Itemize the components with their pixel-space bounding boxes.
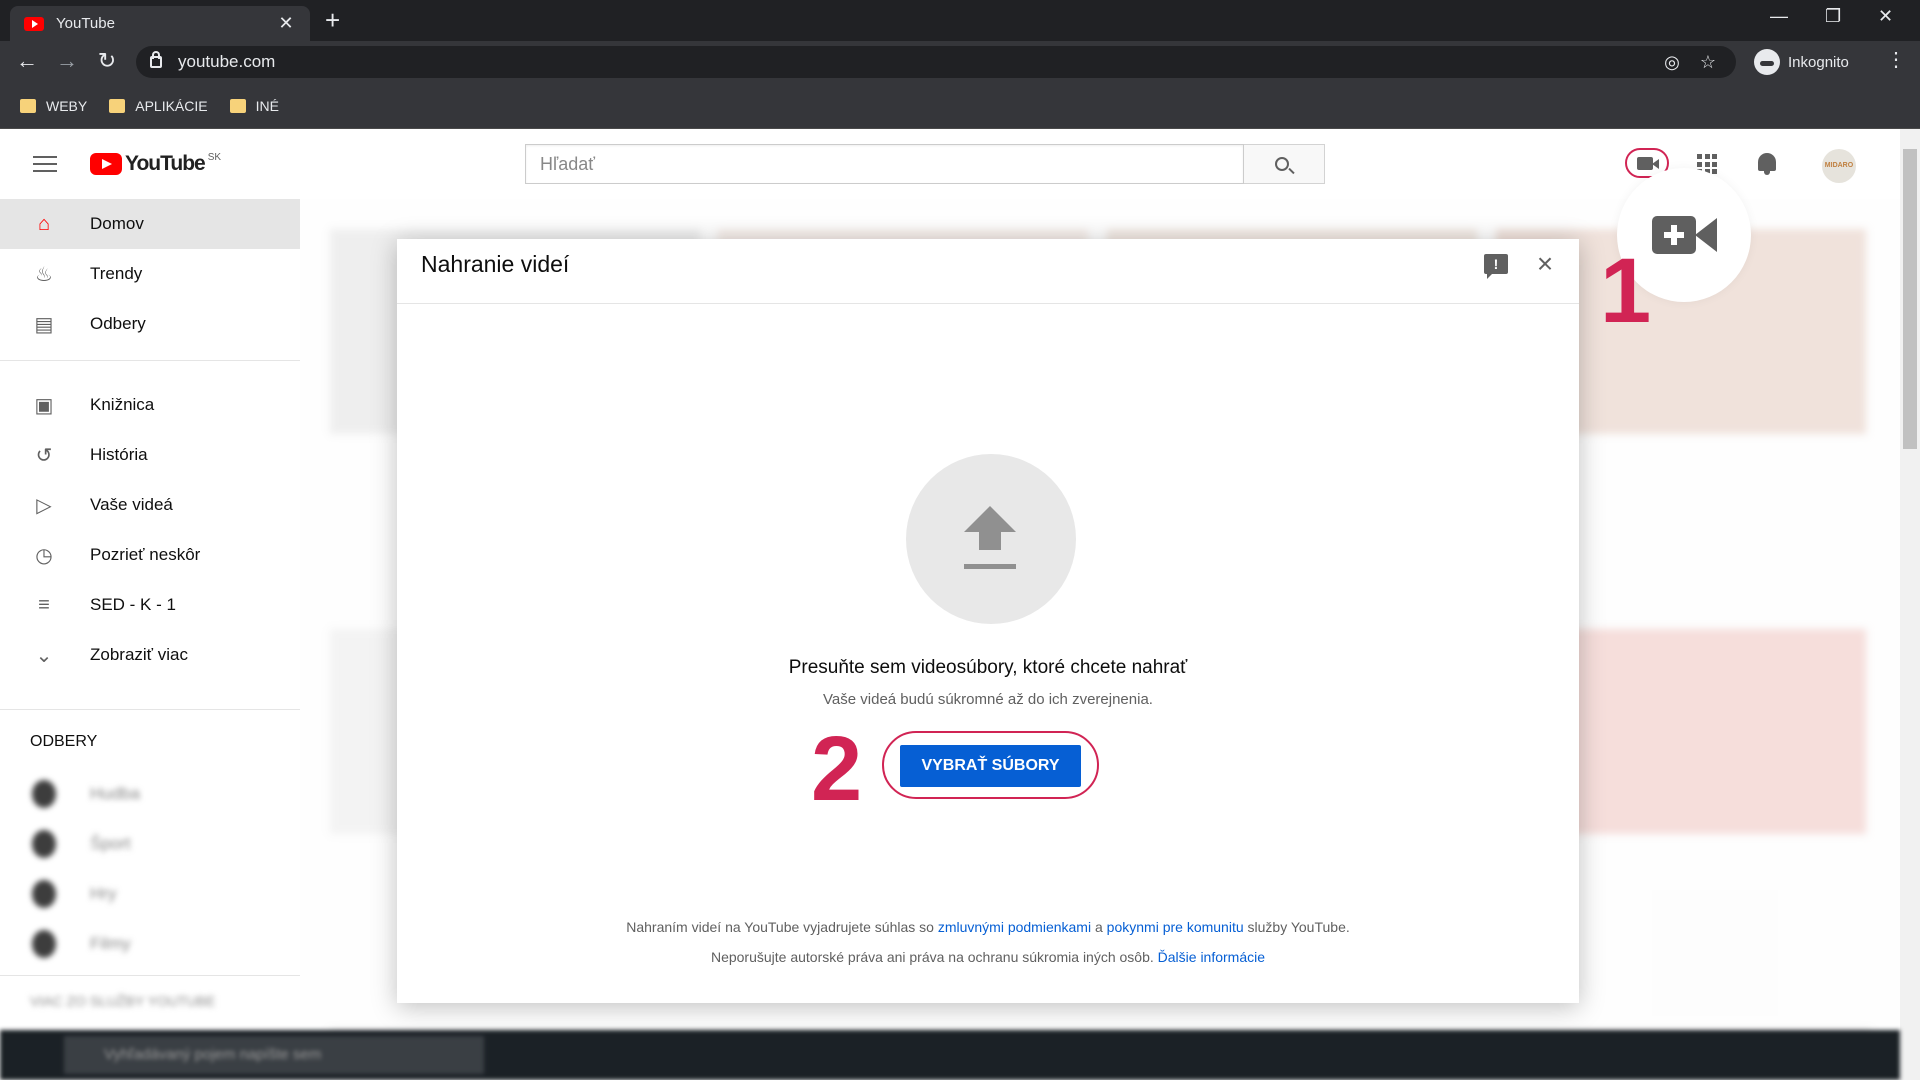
address-bar[interactable]: youtube.com ◎ ☆: [136, 46, 1736, 78]
history-icon: ↺: [35, 444, 53, 467]
playlist-icon: ≡: [38, 593, 50, 616]
sidebar-item-subscriptions[interactable]: ▤ Odbery: [0, 299, 300, 349]
search-input[interactable]: Hľadať: [525, 144, 1244, 184]
sidebar-section-title: ODBERY: [30, 733, 98, 750]
bookmark-folder[interactable]: INÉ: [229, 98, 279, 114]
search-button[interactable]: [1244, 144, 1325, 184]
youtube-play-icon: [90, 153, 122, 175]
clock-icon: ◷: [35, 544, 53, 567]
incognito-badge[interactable]: Inkognito: [1754, 48, 1849, 76]
sidebar-item-sport[interactable]: Šport: [0, 819, 300, 869]
feedback-icon[interactable]: !: [1484, 254, 1508, 279]
library-icon: ▣: [34, 394, 54, 417]
minimize-icon[interactable]: —: [1770, 6, 1788, 27]
sidebar: ⌂ Domov ♨ Trendy ▤ Odbery ▣ Knižnica ↺ Histór…: [0, 199, 300, 1080]
select-files-button[interactable]: VYBRAŤ SÚBORY: [900, 745, 1081, 787]
browser-tabstrip: YouTube ✕ + — ❐ ✕: [0, 0, 1920, 41]
video-camera-plus-icon: [1652, 216, 1717, 254]
youtube-logo[interactable]: YouTube SK: [90, 152, 221, 176]
taskbar-search-input[interactable]: Vyhľadávaný pojem napíšte sem: [64, 1036, 484, 1074]
sport-icon: [32, 830, 56, 858]
privacy-note: Vaše videá budú súkromné až do ich zvere…: [823, 691, 1153, 708]
terms-text: Nahraním videí na YouTube vyjadrujete sú…: [626, 919, 1350, 935]
subscriptions-icon: ▤: [34, 313, 54, 336]
sidebar-item-movies[interactable]: Filmy: [0, 919, 300, 969]
home-icon: ⌂: [37, 212, 51, 235]
search-bar: Hľadať: [525, 144, 1325, 184]
close-icon[interactable]: ×: [1532, 250, 1558, 278]
upload-dropzone[interactable]: [906, 454, 1076, 624]
drag-drop-text: Presuňte sem videosúbory, ktoré chcete n…: [788, 657, 1188, 678]
browser-menu-icon[interactable]: ⋮: [1886, 47, 1906, 72]
sidebar-divider: [0, 709, 300, 710]
dialog-title: Nahranie videí: [421, 251, 570, 277]
notifications-bell-icon[interactable]: [1758, 153, 1778, 175]
folder-icon: [109, 98, 126, 113]
upload-dialog: Nahranie videí ! × Presuňte sem videosúb…: [397, 239, 1579, 1003]
movies-icon: [32, 930, 56, 958]
sidebar-item-watch-later[interactable]: ◷ Pozrieť neskôr: [0, 530, 300, 580]
tab-close-icon[interactable]: ✕: [276, 13, 296, 34]
sidebar-item-history[interactable]: ↺ História: [0, 430, 300, 480]
flame-icon: ♨: [35, 263, 53, 286]
restore-icon[interactable]: ❐: [1825, 6, 1841, 27]
sidebar-item-library[interactable]: ▣ Knižnica: [0, 380, 300, 430]
reload-icon[interactable]: ↻: [94, 49, 120, 73]
youtube-favicon-icon: [24, 16, 44, 31]
sidebar-divider: [0, 975, 300, 976]
music-icon: [32, 780, 56, 808]
masthead: YouTube SK Hľadať MIDARO: [0, 129, 1900, 199]
eye-off-icon[interactable]: ◎: [1664, 52, 1680, 73]
bookmark-folder[interactable]: APLIKÁCIE: [109, 98, 208, 114]
sidebar-item-home[interactable]: ⌂ Domov: [0, 199, 300, 249]
folder-icon: [229, 98, 246, 113]
sidebar-item-your-videos[interactable]: ▷ Vaše videá: [0, 480, 300, 530]
tab-title: YouTube: [56, 15, 115, 32]
browser-tab[interactable]: YouTube ✕: [10, 6, 310, 41]
step-2-annotation: 2: [811, 718, 863, 820]
games-icon: [32, 880, 56, 908]
your-videos-icon: ▷: [36, 494, 52, 517]
terms-link[interactable]: zmluvnými podmienkami: [938, 919, 1091, 935]
sidebar-item-playlist[interactable]: ≡ SED - K - 1: [0, 580, 300, 630]
window-close-icon[interactable]: ✕: [1878, 6, 1893, 27]
menu-icon[interactable]: [33, 156, 57, 172]
back-icon[interactable]: ←: [14, 49, 40, 73]
folder-icon: [20, 98, 36, 113]
upload-arrow-icon: [964, 506, 1016, 532]
new-tab-button[interactable]: +: [325, 6, 340, 34]
sidebar-item-games[interactable]: Hry: [0, 869, 300, 919]
sidebar-more-title: VIAC ZO SLUŽBY YOUTUBE: [30, 993, 216, 1009]
community-guidelines-link[interactable]: pokynmi pre komunitu: [1107, 919, 1244, 935]
step-1-annotation: 1: [1600, 240, 1652, 342]
sidebar-item-show-more[interactable]: ⌄ Zobraziť viac: [0, 630, 300, 680]
video-camera-icon: [1637, 157, 1659, 170]
bookmark-folder[interactable]: WEBY: [20, 98, 87, 114]
browser-toolbar: ← → ↻ youtube.com ◎ ☆ Inkognito ⋮: [0, 41, 1920, 83]
page-scrollbar[interactable]: [1900, 129, 1920, 1080]
search-icon: [1275, 157, 1289, 171]
forward-icon[interactable]: →: [54, 49, 80, 73]
chevron-down-icon: ⌄: [35, 644, 53, 667]
sidebar-divider: [0, 360, 300, 361]
incognito-icon: [1754, 49, 1780, 75]
lock-icon: [150, 51, 162, 68]
sidebar-item-trending[interactable]: ♨ Trendy: [0, 249, 300, 299]
incognito-label: Inkognito: [1788, 53, 1849, 71]
learn-more-link[interactable]: Ďalšie informácie: [1158, 949, 1265, 965]
avatar[interactable]: MIDARO: [1822, 149, 1856, 183]
copyright-text: Neporušujte autorské práva ani práva na …: [710, 949, 1266, 965]
url-text: youtube.com: [178, 52, 276, 71]
dialog-header: Nahranie videí ! ×: [397, 239, 1579, 304]
sidebar-item-music[interactable]: Hudba: [0, 769, 300, 819]
os-taskbar: Vyhľadávaný pojem napíšte sem: [0, 1030, 1900, 1080]
star-icon[interactable]: ☆: [1700, 52, 1716, 73]
select-files-highlight: VYBRAŤ SÚBORY: [882, 731, 1099, 799]
bookmarks-bar: WEBY APLIKÁCIE INÉ: [0, 83, 1920, 129]
